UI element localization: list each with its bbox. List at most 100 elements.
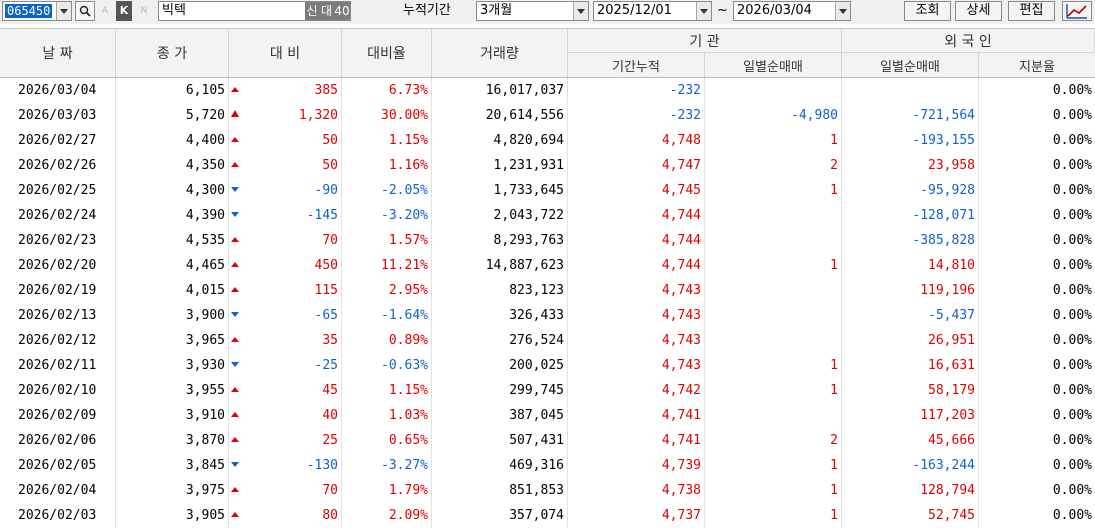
header-inst-daily[interactable]: 일별순매매 (705, 53, 842, 77)
header-inst-cumulative[interactable]: 기간누적 (568, 53, 705, 77)
cell-inst-cumulative: 4,739 (568, 453, 705, 478)
up-arrow-icon (231, 137, 239, 142)
table-row[interactable]: 2026/02/26 4,350 50 1.16% 1,231,931 4,747 2 23,… (0, 153, 1095, 178)
table-row[interactable]: 2026/02/19 4,015 115 2.95% 823,123 4,743 119,1… (0, 278, 1095, 303)
change-direction-marker (229, 478, 239, 503)
date-from-picker[interactable]: 2025/12/01 (593, 1, 712, 21)
cell-change-rate: 2.95% (342, 278, 432, 303)
header-close[interactable]: 종 가 (116, 29, 229, 77)
table-row[interactable]: 2026/02/11 3,930 -25 -0.63% 200,025 4,743 1 16,… (0, 353, 1095, 378)
stock-code-value[interactable]: 065450 (5, 4, 53, 18)
cell-inst-cumulative: 4,741 (568, 403, 705, 428)
header-date[interactable]: 날 짜 (0, 29, 116, 77)
table-row[interactable]: 2026/02/05 3,845 -130 -3.27% 469,316 4,739 1 -1… (0, 453, 1095, 478)
period-value: 3개월 (480, 3, 513, 18)
cell-inst-daily (705, 303, 842, 328)
stock-code-input[interactable]: 065450 (2, 1, 72, 21)
date-to-picker[interactable]: 2026/03/04 (733, 1, 851, 21)
cell-foreign-daily: 58,179 (842, 378, 979, 403)
search-icon (79, 5, 91, 17)
query-button[interactable]: 조회 (904, 1, 951, 21)
market-filter-k[interactable]: K (116, 1, 132, 21)
down-arrow-icon (231, 187, 239, 192)
up-arrow-icon (231, 512, 239, 517)
table-row[interactable]: 2026/02/27 4,400 50 1.15% 4,820,694 4,748 1 -19… (0, 128, 1095, 153)
table-row[interactable]: 2026/02/06 3,870 25 0.65% 507,431 4,741 2 45,66… (0, 428, 1095, 453)
cell-date: 2026/02/05 (0, 453, 116, 478)
cell-inst-cumulative: 4,748 (568, 128, 705, 153)
cell-change-rate: -3.27% (342, 453, 432, 478)
table-row[interactable]: 2026/02/20 4,465 450 11.21% 14,887,623 4,744 1… (0, 253, 1095, 278)
table-row[interactable]: 2026/02/04 3,975 70 1.79% 851,853 4,738 1 128,7… (0, 478, 1095, 503)
cell-inst-daily: 1 (705, 378, 842, 403)
header-foreign-share[interactable]: 지분율 (979, 53, 1095, 77)
cell-foreign-share: 0.00% (1052, 508, 1092, 523)
header-foreign: 외 국 인 (842, 29, 1095, 53)
change-direction-marker (229, 428, 239, 453)
chevron-down-icon[interactable] (696, 2, 711, 20)
cell-close: 4,400 (116, 128, 229, 153)
cell-change-rate: 0.89% (342, 328, 432, 353)
cell-foreign-share: 0.00% (1052, 83, 1092, 98)
table-row[interactable]: 2026/02/12 3,965 35 0.89% 276,524 4,743 26,951… (0, 328, 1095, 353)
stock-name-field[interactable]: 빅텍 신 대 40 (158, 1, 351, 21)
cell-foreign-share: 0.00% (1052, 433, 1092, 448)
header-foreign-daily[interactable]: 일별순매매 (842, 53, 979, 77)
cell-close: 4,535 (116, 228, 229, 253)
chevron-down-icon[interactable] (835, 2, 850, 20)
cell-change-rate: -1.64% (342, 303, 432, 328)
cell-foreign-daily: -721,564 (842, 103, 979, 128)
chevron-down-icon[interactable] (573, 2, 588, 20)
header-change[interactable]: 대 비 (229, 29, 342, 77)
cell-close: 3,905 (116, 503, 229, 528)
table-row[interactable]: 2026/02/03 3,905 80 2.09% 357,074 4,737 1 52,74… (0, 503, 1095, 528)
cell-change: 50 (229, 128, 342, 153)
table-row[interactable]: 2026/02/23 4,535 70 1.57% 8,293,763 4,744 -385… (0, 228, 1095, 253)
cell-foreign-share: 0.00% (1052, 383, 1092, 398)
cell-foreign-share: 0.00% (1052, 308, 1092, 323)
cell-close: 3,975 (116, 478, 229, 503)
cell-foreign-daily: 128,794 (842, 478, 979, 503)
cell-foreign-share: 0.00% (1052, 408, 1092, 423)
header-volume[interactable]: 거래량 (432, 29, 568, 77)
table-row[interactable]: 2026/02/09 3,910 40 1.03% 387,045 4,741 117,20… (0, 403, 1095, 428)
cell-change: 45 (229, 378, 342, 403)
table-row[interactable]: 2026/03/03 5,720 1,320 30.00% 20,614,556 -232… (0, 103, 1095, 128)
cell-close: 3,930 (116, 353, 229, 378)
down-arrow-icon (231, 312, 239, 317)
market-filter-n[interactable]: N (137, 1, 151, 21)
up-arrow-icon (231, 437, 239, 442)
cell-inst-cumulative: 4,745 (568, 178, 705, 203)
cell-change: 385 (229, 78, 342, 103)
header-change-rate[interactable]: 대비율 (342, 29, 432, 77)
date-to-value: 2026/03/04 (737, 3, 812, 18)
cell-volume: 326,433 (432, 303, 568, 328)
cell-foreign-daily: 45,666 (842, 428, 979, 453)
cell-inst-cumulative: 4,744 (568, 253, 705, 278)
cell-close: 6,105 (116, 78, 229, 103)
table-row[interactable]: 2026/02/13 3,900 -65 -1.64% 326,433 4,743 -5,4… (0, 303, 1095, 328)
period-select[interactable]: 3개월 (476, 1, 589, 21)
table-row[interactable]: 2026/02/10 3,955 45 1.15% 299,745 4,742 1 58,17… (0, 378, 1095, 403)
change-direction-marker (229, 378, 239, 403)
market-filter-a[interactable]: A (98, 1, 112, 21)
table-row[interactable]: 2026/02/24 4,390 -145 -3.20% 2,043,722 4,744 -… (0, 203, 1095, 228)
cell-foreign-daily: 26,951 (842, 328, 979, 353)
chart-button[interactable] (1062, 1, 1092, 21)
table-row[interactable]: 2026/03/04 6,105 385 6.73% 16,017,037 -232 0.0… (0, 78, 1095, 103)
cell-change-rate: 11.21% (342, 253, 432, 278)
cell-date: 2026/03/04 (0, 78, 116, 103)
cell-change-rate: 2.09% (342, 503, 432, 528)
grid-body: 2026/03/04 6,105 385 6.73% 16,017,037 -232 0.0… (0, 78, 1095, 528)
cell-inst-daily: 1 (705, 253, 842, 278)
cell-foreign-daily: -163,244 (842, 453, 979, 478)
edit-button[interactable]: 편집 (1008, 1, 1055, 21)
chevron-down-icon[interactable] (56, 2, 71, 20)
table-row[interactable]: 2026/02/25 4,300 -90 -2.05% 1,733,645 4,745 1-… (0, 178, 1095, 203)
detail-button[interactable]: 상세 (955, 1, 1002, 21)
cell-inst-cumulative: 4,742 (568, 378, 705, 403)
change-direction-marker (229, 153, 239, 178)
cell-change: -25 (229, 353, 342, 378)
cell-close: 3,955 (116, 378, 229, 403)
search-button[interactable] (75, 1, 95, 21)
